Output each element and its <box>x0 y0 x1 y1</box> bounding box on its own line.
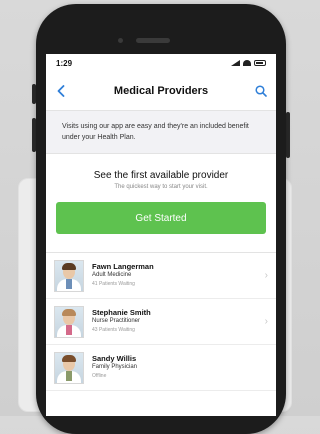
navigation-bar: Medical Providers <box>46 72 276 111</box>
provider-row[interactable]: Sandy Willis Family Physician Offline <box>46 345 276 391</box>
avatar <box>54 351 84 384</box>
status-bar: 1:29 <box>46 54 276 72</box>
provider-status: Offline <box>92 373 107 379</box>
intro-text: Visits using our app are easy and they'r… <box>46 111 276 154</box>
provider-row[interactable]: Stephanie Smith Nurse Practitioner 43 Pa… <box>46 299 276 345</box>
provider-role: Nurse Practitioner <box>92 318 141 324</box>
signal-icon <box>231 60 240 66</box>
wifi-icon <box>243 60 251 66</box>
chevron-left-icon[interactable] <box>54 84 68 98</box>
phone-camera <box>118 38 123 43</box>
chevron-right-icon: › <box>264 270 268 281</box>
provider-row[interactable]: Fawn Langerman Adult Medicine 41 Patient… <box>46 253 276 299</box>
status-time: 1:29 <box>56 58 73 68</box>
search-icon[interactable] <box>254 84 268 98</box>
get-started-button[interactable]: Get Started <box>56 202 266 234</box>
avatar <box>54 305 84 338</box>
cta-title: See the first available provider <box>93 170 229 181</box>
provider-name: Stephanie Smith <box>92 308 151 317</box>
provider-status: 41 Patients Waiting <box>92 281 135 287</box>
app-screen: 1:29 Medical Providers Visits using our … <box>46 54 276 416</box>
provider-name: Sandy Willis <box>92 354 137 363</box>
provider-name: Fawn Langerman <box>92 262 154 271</box>
chevron-right-icon: › <box>264 316 268 327</box>
phone-speaker <box>136 38 170 43</box>
status-icons <box>231 60 266 66</box>
provider-list: Fawn Langerman Adult Medicine 41 Patient… <box>46 252 276 391</box>
provider-role: Adult Medicine <box>92 272 132 278</box>
provider-role: Family Physician <box>92 364 138 370</box>
first-available-section: See the first available provider The qui… <box>46 154 276 240</box>
cta-subtitle: The quickest way to start your visit. <box>114 184 208 190</box>
avatar <box>54 259 84 292</box>
phone-power-button <box>286 112 290 158</box>
battery-icon <box>254 60 266 66</box>
page-title: Medical Providers <box>113 85 209 97</box>
provider-status: 43 Patients Waiting <box>92 327 135 333</box>
